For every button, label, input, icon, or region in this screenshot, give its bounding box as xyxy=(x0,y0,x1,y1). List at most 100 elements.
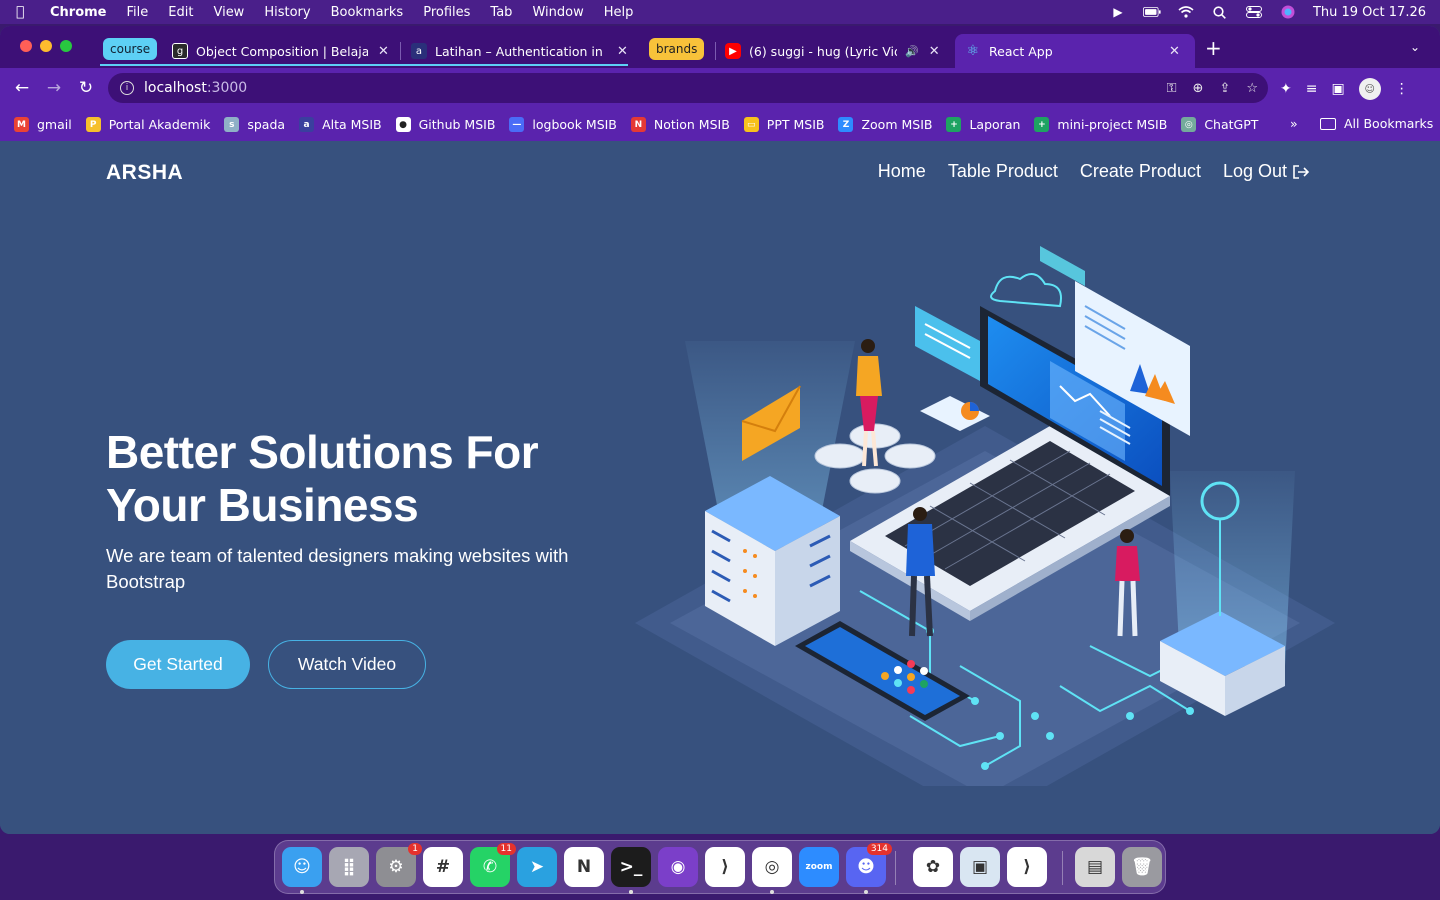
bookmarks-overflow-chevron-icon[interactable]: » xyxy=(1290,116,1298,131)
site-logo[interactable]: ARSHA xyxy=(106,161,183,185)
address-bar[interactable]: i localhost:3000 ⚿ ⊕ ⇪ ☆ xyxy=(108,73,1268,103)
tab-react-app[interactable]: ⚛ React App ✕ xyxy=(955,34,1195,68)
minimize-window-button[interactable] xyxy=(40,40,52,52)
bookmark-favicon-icon: ◎ xyxy=(1181,117,1197,132)
hero-title: Better Solutions For Your Business xyxy=(106,426,626,532)
bookmark-label: mini-project MSIB xyxy=(1057,117,1168,132)
get-started-button[interactable]: Get Started xyxy=(106,640,250,689)
bookmark-favicon-icon: M xyxy=(14,117,29,132)
dock-app-vscode[interactable]: ⟩ xyxy=(705,847,745,887)
bookmark-item[interactable]: a Alta MSIB xyxy=(299,117,382,132)
dock-app-downloads[interactable]: ▤ xyxy=(1075,847,1115,887)
reload-icon[interactable]: ↻ xyxy=(70,78,102,98)
close-tab-icon[interactable]: ✕ xyxy=(929,44,940,59)
tab-object-composition[interactable]: g Object Composition | Belajar D ✕ xyxy=(172,34,392,68)
menu-help[interactable]: Help xyxy=(604,5,634,20)
speaker-audio-icon[interactable]: 🔊 xyxy=(905,45,919,58)
close-window-button[interactable] xyxy=(20,40,32,52)
bookmark-favicon-icon: + xyxy=(946,117,962,132)
chrome-icon: ◎ xyxy=(764,857,780,877)
bookmark-item[interactable]: + mini-project MSIB xyxy=(1034,117,1167,132)
dock-app-slack[interactable]: # xyxy=(423,847,463,887)
new-tab-plus-icon[interactable]: + xyxy=(1205,38,1222,58)
wifi-icon[interactable] xyxy=(1177,5,1195,19)
menu-profiles[interactable]: Profiles xyxy=(423,5,470,20)
nav-logout[interactable]: Log Out xyxy=(1223,161,1310,182)
dock-app-launchpad[interactable]: ⣿ xyxy=(329,847,369,887)
nav-table-product[interactable]: Table Product xyxy=(948,161,1058,182)
dock-app-photos[interactable]: ✿ xyxy=(913,847,953,887)
dock-app-whatsapp[interactable]: ✆ 11 xyxy=(470,843,516,887)
nav-logout-label: Log Out xyxy=(1222,161,1287,181)
zoom-magnifier-icon[interactable]: ⊕ xyxy=(1193,81,1204,96)
notification-badge: 1 xyxy=(408,843,422,855)
bookmark-item[interactable]: N Notion MSIB xyxy=(630,117,730,132)
close-tab-icon[interactable]: ✕ xyxy=(617,44,628,59)
tab-group-course[interactable]: course xyxy=(103,38,158,60)
dock-app-vscode-2[interactable]: ⟩ xyxy=(1007,847,1047,887)
close-tab-icon[interactable]: ✕ xyxy=(378,44,389,59)
side-panel-icon[interactable]: ▣ xyxy=(1331,81,1344,97)
extensions-puzzle-icon[interactable]: ✦ xyxy=(1280,81,1292,97)
dock-app-system-settings[interactable]: ⚙ 1 xyxy=(376,843,422,887)
site-info-icon[interactable]: i xyxy=(120,81,134,95)
bookmark-item[interactable]: — logbook MSIB xyxy=(509,117,617,132)
bookmark-item[interactable]: ◎ ChatGPT xyxy=(1181,117,1258,132)
siri-icon[interactable] xyxy=(1279,5,1297,19)
menu-edit[interactable]: Edit xyxy=(168,5,193,20)
dock-app-finder[interactable]: ☺ xyxy=(282,847,322,887)
menu-bookmarks[interactable]: Bookmarks xyxy=(331,5,404,20)
menu-tab[interactable]: Tab xyxy=(490,5,512,20)
control-center-icon[interactable] xyxy=(1245,5,1263,19)
dock-app-preview[interactable]: ▣ xyxy=(960,847,1000,887)
menu-file[interactable]: File xyxy=(127,5,149,20)
apple-logo-icon[interactable]:  xyxy=(16,4,36,20)
dock-app-discord[interactable]: ☻ 314 xyxy=(846,843,892,887)
nav-create-product[interactable]: Create Product xyxy=(1080,161,1201,182)
tab-latihan-authentication[interactable]: a Latihan – Authentication in Re ✕ xyxy=(411,34,631,68)
zoom-window-button[interactable] xyxy=(60,40,72,52)
profile-avatar[interactable]: ☺ xyxy=(1358,78,1381,100)
nav-home[interactable]: Home xyxy=(878,161,926,182)
password-key-icon[interactable]: ⚿ xyxy=(1167,81,1177,96)
more-menu-icon[interactable]: ⋮ xyxy=(1395,81,1409,97)
forward-arrow-icon[interactable]: → xyxy=(38,78,70,98)
menu-history[interactable]: History xyxy=(264,5,310,20)
dock-app-zoom[interactable]: zoom xyxy=(799,847,839,887)
bookmark-favicon-icon: P xyxy=(85,117,101,132)
play-circle-icon[interactable]: ▶ xyxy=(1109,5,1127,19)
menu-chrome[interactable]: Chrome xyxy=(50,5,107,20)
dock-app-chrome[interactable]: ◎ xyxy=(752,847,792,887)
tab-search-chevron-icon[interactable]: ⌄ xyxy=(1410,40,1420,54)
notion-icon: N xyxy=(576,857,592,877)
all-bookmarks-button[interactable]: All Bookmarks xyxy=(1320,116,1433,131)
dock-app-telegram[interactable]: ➤ xyxy=(517,847,557,887)
bookmark-item[interactable]: P Portal Akademik xyxy=(85,117,210,132)
tab-youtube-suggi[interactable]: ▶ (6) suggi - hug (Lyric Vide 🔊 ✕ xyxy=(725,34,947,68)
dock-app-notion[interactable]: N xyxy=(564,847,604,887)
tab-group-brands[interactable]: brands xyxy=(649,38,705,60)
share-icon[interactable]: ⇪ xyxy=(1219,81,1230,96)
spotlight-search-icon[interactable] xyxy=(1211,5,1229,19)
dock-app-github-desktop[interactable]: ◉ xyxy=(658,847,698,887)
menu-window[interactable]: Window xyxy=(532,5,583,20)
back-arrow-icon[interactable]: ← xyxy=(6,78,38,98)
bookmark-item[interactable]: s spada xyxy=(224,117,285,132)
bookmark-label: spada xyxy=(247,117,286,132)
bookmark-star-icon[interactable]: ☆ xyxy=(1246,81,1258,96)
bookmark-item[interactable]: ▭ PPT MSIB xyxy=(743,117,824,132)
bookmark-item[interactable]: Mgmail xyxy=(14,117,72,132)
bookmark-label: Notion MSIB xyxy=(653,117,730,132)
watch-video-button[interactable]: Watch Video xyxy=(268,640,426,689)
menu-view[interactable]: View xyxy=(213,5,244,20)
bookmark-item[interactable]: Z Zoom MSIB xyxy=(838,117,932,132)
bookmark-item[interactable]: ● Github MSIB xyxy=(395,117,495,132)
dock-app-terminal[interactable]: >_ xyxy=(611,847,651,887)
address-bar-actions: ⚿ ⊕ ⇪ ☆ xyxy=(1167,81,1258,96)
dock-app-trash[interactable]: 🗑 xyxy=(1122,847,1162,887)
media-queue-icon[interactable]: ≡ xyxy=(1306,81,1318,97)
close-tab-icon[interactable]: ✕ xyxy=(1169,44,1180,59)
menubar-clock[interactable]: Thu 19 Oct 17.26 xyxy=(1313,5,1426,20)
battery-icon[interactable] xyxy=(1142,5,1161,19)
bookmark-item[interactable]: + Laporan xyxy=(946,117,1020,132)
